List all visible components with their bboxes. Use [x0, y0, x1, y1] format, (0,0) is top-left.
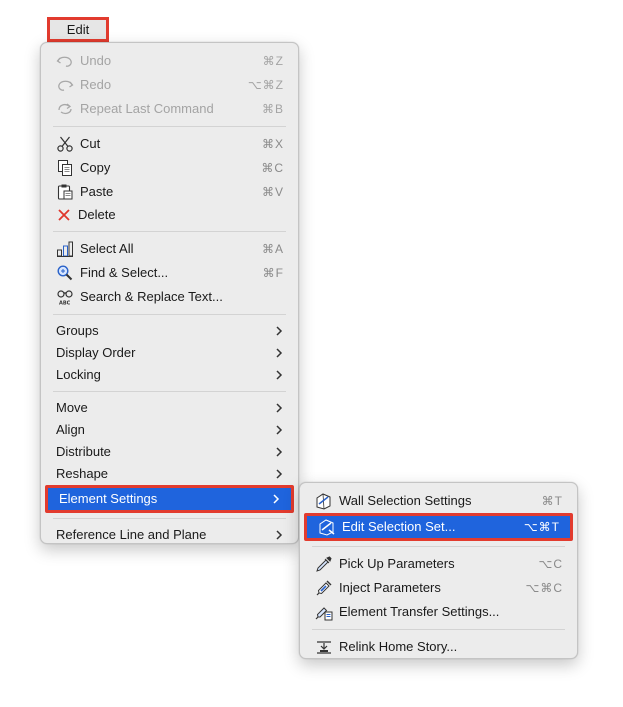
edit-selection-set-shortcut: ⌥⌘T — [523, 520, 560, 534]
chevron-right-icon — [276, 530, 283, 540]
cut-item[interactable]: Cut ⌘X — [41, 132, 298, 156]
pick-up-shortcut: ⌥C — [538, 557, 563, 571]
repeat-last-command-item: Repeat Last Command ⌘B — [41, 97, 298, 121]
find-select-label: Find & Select... — [80, 265, 169, 280]
chevron-right-icon — [273, 494, 280, 504]
inject-shortcut: ⌥⌘C — [525, 581, 563, 595]
chevron-right-icon — [276, 403, 283, 413]
chevron-right-icon — [276, 469, 283, 479]
relink-home-story-item[interactable]: Relink Home Story... — [300, 635, 577, 659]
select-all-label: Select All — [80, 241, 134, 256]
groups-label: Groups — [56, 323, 99, 338]
element-settings-label: Element Settings — [59, 491, 158, 506]
find-select-icon — [56, 264, 74, 282]
copy-item[interactable]: Copy ⌘C — [41, 156, 298, 180]
element-transfer-settings-item[interactable]: Element Transfer Settings... — [300, 600, 577, 624]
inject-label: Inject Parameters — [339, 580, 441, 595]
wall-settings-icon — [315, 492, 333, 510]
align-item[interactable]: Align — [41, 419, 298, 441]
find-select-item[interactable]: Find & Select... ⌘F — [41, 261, 298, 285]
move-label: Move — [56, 400, 88, 415]
select-all-item[interactable]: Select All ⌘A — [41, 237, 298, 261]
scissors-icon — [56, 135, 74, 153]
relink-story-icon — [315, 638, 333, 656]
menu-separator — [312, 546, 565, 547]
copy-label: Copy — [80, 160, 111, 175]
distribute-label: Distribute — [56, 444, 111, 459]
chevron-right-icon — [276, 348, 283, 358]
locking-item[interactable]: Locking — [41, 364, 298, 386]
find-select-shortcut: ⌘F — [262, 266, 284, 280]
syringe-icon — [315, 579, 333, 597]
paste-shortcut: ⌘V — [261, 185, 284, 199]
menu-separator — [53, 391, 286, 392]
wall-selection-label: Wall Selection Settings — [339, 493, 472, 508]
edit-selection-set-icon — [318, 518, 336, 536]
edit-menu-title[interactable]: Edit — [47, 17, 109, 42]
reference-line-label: Reference Line and Plane — [56, 527, 207, 542]
locking-label: Locking — [56, 367, 101, 382]
menu-separator — [53, 518, 286, 519]
reference-line-item[interactable]: Reference Line and Plane — [41, 524, 298, 546]
undo-item: Undo ⌘Z — [41, 49, 298, 73]
paste-label: Paste — [80, 184, 114, 199]
red-x-icon — [56, 206, 72, 224]
display-order-item[interactable]: Display Order — [41, 342, 298, 364]
move-item[interactable]: Move — [41, 397, 298, 419]
transfer-settings-icon — [315, 603, 333, 621]
eyedropper-icon — [315, 555, 333, 573]
inject-parameters-item[interactable]: Inject Parameters ⌥⌘C — [300, 576, 577, 600]
menu-separator — [312, 629, 565, 630]
binoculars-text-icon: ABC — [56, 288, 74, 306]
edit-selection-set-label: Edit Selection Set... — [342, 519, 456, 534]
copy-icon — [56, 159, 74, 177]
edit-menu: Undo ⌘Z Redo ⌥⌘Z Repeat Last Command ⌘B … — [40, 42, 299, 544]
redo-icon — [56, 76, 74, 94]
transfer-label: Element Transfer Settings... — [339, 604, 500, 619]
redo-label: Redo — [80, 77, 112, 92]
relink-label: Relink Home Story... — [339, 639, 458, 654]
reshape-label: Reshape — [56, 466, 109, 481]
undo-icon — [56, 52, 74, 70]
paste-item[interactable]: Paste ⌘V — [41, 180, 298, 204]
copy-shortcut: ⌘C — [261, 161, 284, 175]
clipboard-icon — [56, 183, 74, 201]
search-replace-label: Search & Replace Text... — [80, 289, 223, 304]
select-all-shortcut: ⌘A — [261, 242, 284, 256]
element-settings-submenu: Wall Selection Settings ⌘T Edit Selectio… — [299, 482, 578, 659]
select-all-icon — [56, 240, 74, 258]
align-label: Align — [56, 422, 85, 437]
reshape-item[interactable]: Reshape — [41, 463, 298, 485]
undo-shortcut: ⌘Z — [262, 54, 284, 68]
redo-shortcut: ⌥⌘Z — [247, 78, 284, 92]
wall-selection-shortcut: ⌘T — [541, 494, 563, 508]
delete-label: Delete — [78, 207, 116, 222]
chevron-right-icon — [276, 370, 283, 380]
groups-item[interactable]: Groups — [41, 320, 298, 342]
menu-separator — [53, 314, 286, 315]
display-order-label: Display Order — [56, 345, 136, 360]
chevron-right-icon — [276, 425, 283, 435]
repeat-icon — [56, 100, 74, 118]
delete-item[interactable]: Delete — [41, 204, 298, 226]
chevron-right-icon — [276, 447, 283, 457]
menu-separator — [53, 231, 286, 232]
cut-label: Cut — [80, 136, 101, 151]
distribute-item[interactable]: Distribute — [41, 441, 298, 463]
chevron-right-icon — [276, 326, 283, 336]
cut-shortcut: ⌘X — [261, 137, 284, 151]
element-settings-item[interactable]: Element Settings — [45, 485, 294, 513]
search-replace-item[interactable]: ABC Search & Replace Text... — [41, 285, 298, 309]
edit-selection-set-item[interactable]: Edit Selection Set... ⌥⌘T — [304, 513, 573, 541]
undo-label: Undo — [80, 53, 112, 68]
pick-up-label: Pick Up Parameters — [339, 556, 455, 571]
redo-item: Redo ⌥⌘Z — [41, 73, 298, 97]
repeat-label: Repeat Last Command — [80, 101, 214, 116]
pick-up-parameters-item[interactable]: Pick Up Parameters ⌥C — [300, 552, 577, 576]
svg-text:ABC: ABC — [59, 301, 71, 307]
repeat-shortcut: ⌘B — [261, 102, 284, 116]
menu-separator — [53, 126, 286, 127]
wall-selection-settings-item[interactable]: Wall Selection Settings ⌘T — [300, 489, 577, 513]
